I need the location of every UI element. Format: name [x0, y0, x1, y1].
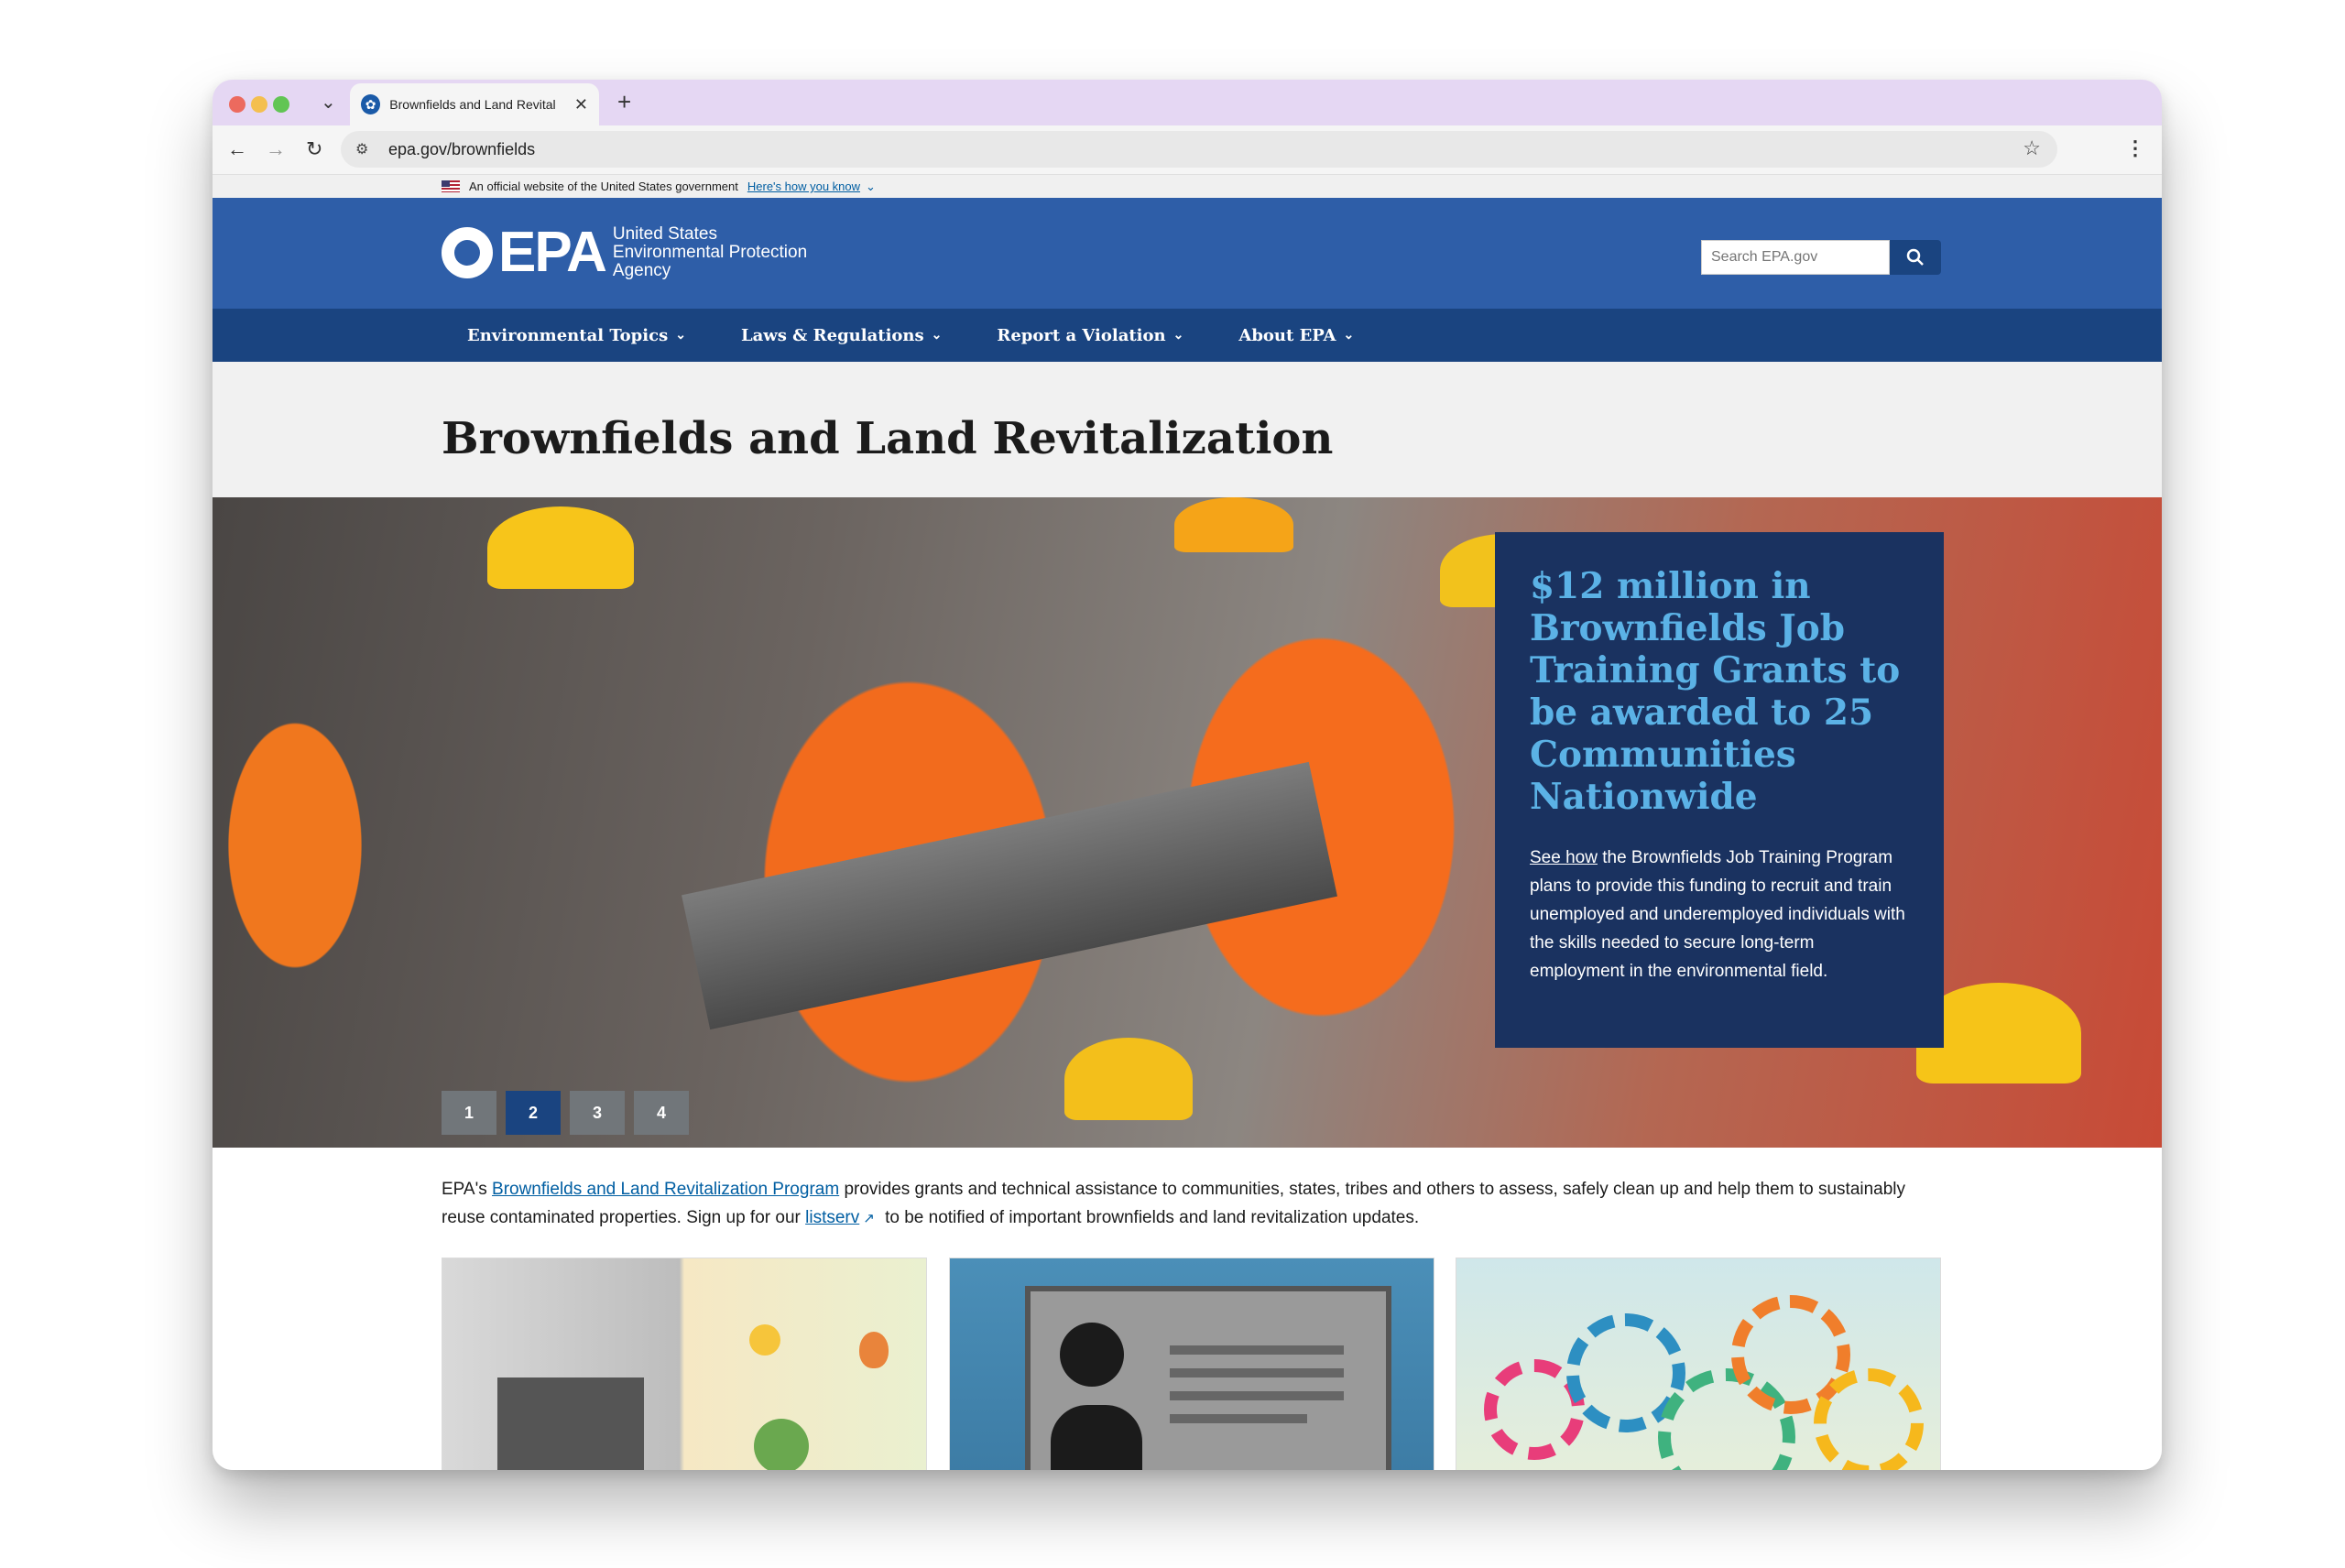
- epa-logo[interactable]: EPA United States Environmental Protecti…: [442, 221, 807, 284]
- logo-text: EPA: [498, 221, 607, 284]
- presenter-body-illustration: [1051, 1405, 1142, 1470]
- external-link-icon: ↗: [863, 1211, 875, 1226]
- sun-illustration: [749, 1324, 780, 1356]
- hero-headline: $12 million in Brownfields Job Training …: [1530, 565, 1901, 818]
- address-bar[interactable]: ⚙ epa.gov/brownfields ☆: [341, 131, 2057, 168]
- epa-logo-icon: [442, 227, 493, 278]
- board-line: [1170, 1368, 1344, 1377]
- board-line: [1170, 1345, 1344, 1355]
- nav-about-epa[interactable]: About EPA ⌄: [1238, 326, 1354, 345]
- search-icon: [1906, 248, 1924, 266]
- star-icon[interactable]: ☆: [2023, 136, 2041, 160]
- main-navigation: Environmental Topics ⌄ Laws & Regulation…: [213, 309, 2162, 362]
- nav-laws-regulations[interactable]: Laws & Regulations ⌄: [741, 326, 942, 345]
- feature-card-revitalization[interactable]: [442, 1258, 927, 1470]
- browser-toolbar: ← → ↻ ⚙ epa.gov/brownfields ☆ ⋮: [213, 125, 2162, 175]
- chevron-down-icon: ⌄: [931, 328, 943, 343]
- gov-banner: An official website of the United States…: [213, 175, 2162, 198]
- presenter-head-illustration: [1060, 1323, 1124, 1387]
- browser-tab[interactable]: ✿ Brownfields and Land Revital ✕: [350, 83, 599, 125]
- chevron-down-icon: ⌄: [675, 328, 686, 343]
- nav-label: Environmental Topics: [467, 325, 669, 345]
- back-arrow-icon[interactable]: ←: [227, 137, 247, 161]
- search-input[interactable]: [1701, 240, 1890, 275]
- tab-title: Brownfields and Land Revital: [389, 97, 556, 112]
- page-viewport: An official website of the United States…: [213, 175, 2162, 1470]
- intro-paragraph: EPA's Brownfields and Land Revitalizatio…: [213, 1148, 1953, 1258]
- hero-body: See how the Brownfields Job Training Pro…: [1530, 844, 1909, 985]
- search-button[interactable]: [1890, 240, 1941, 275]
- tab-bar: ⌄ ✿ Brownfields and Land Revital ✕ +: [213, 80, 2162, 125]
- browser-window: ⌄ ✿ Brownfields and Land Revital ✕ + ← →…: [213, 80, 2162, 1470]
- carousel-page-1[interactable]: 1: [442, 1091, 496, 1135]
- close-window-button[interactable]: [229, 96, 245, 113]
- carousel-pager: 1 2 3 4: [442, 1091, 698, 1135]
- gov-banner-text: An official website of the United States…: [469, 180, 738, 193]
- tab-search-chevron-icon[interactable]: ⌄: [321, 91, 336, 114]
- page-title: Brownfields and Land Revitalization: [442, 413, 1334, 464]
- close-tab-icon[interactable]: ✕: [574, 95, 588, 114]
- intro-prefix: EPA's: [442, 1180, 493, 1199]
- chevron-down-icon: ⌄: [1172, 328, 1184, 343]
- agency-line-3: Agency: [612, 261, 671, 280]
- how-you-know-link[interactable]: Here's how you know: [747, 180, 860, 193]
- program-link[interactable]: Brownfields and Land Revitalization Prog…: [492, 1180, 839, 1199]
- forward-arrow-icon[interactable]: →: [266, 137, 286, 161]
- url-text[interactable]: epa.gov/brownfields: [388, 140, 535, 159]
- balloon-illustration: [859, 1332, 889, 1368]
- hard-hat-image: [487, 506, 634, 589]
- carousel-page-3[interactable]: 3: [570, 1091, 625, 1135]
- feature-card-collaboration[interactable]: [1456, 1258, 1941, 1470]
- minimize-window-button[interactable]: [251, 96, 267, 113]
- hard-hat-image: [1064, 1038, 1193, 1120]
- flag-icon: [442, 180, 460, 192]
- agency-name: United States Environmental Protection A…: [613, 225, 807, 280]
- title-area: Brownfields and Land Revitalization: [213, 362, 2162, 497]
- feature-card-training[interactable]: [949, 1258, 1434, 1470]
- carousel-page-4[interactable]: 4: [634, 1091, 689, 1135]
- agency-line-1: United States: [612, 224, 717, 244]
- hard-hat-image: [1174, 497, 1293, 552]
- listserv-link[interactable]: listserv: [805, 1208, 859, 1227]
- feature-cards: [213, 1258, 2162, 1470]
- chevron-down-icon[interactable]: ⌄: [866, 180, 876, 194]
- reload-icon[interactable]: ↻: [306, 137, 322, 161]
- site-header: EPA United States Environmental Protecti…: [213, 198, 2162, 309]
- board-line: [1170, 1414, 1307, 1423]
- nav-label: Laws & Regulations: [740, 325, 924, 345]
- carousel-page-2[interactable]: 2: [506, 1091, 561, 1135]
- zoom-window-button[interactable]: [273, 96, 289, 113]
- intro-suffix: to be notified of important brownfields …: [879, 1208, 1420, 1227]
- hero-photo-slab: [682, 761, 1337, 1030]
- building-illustration: [497, 1377, 644, 1470]
- hero-body-text: the Brownfields Job Training Program pla…: [1530, 848, 1905, 981]
- chevron-down-icon: ⌄: [1343, 328, 1355, 343]
- nav-report-violation[interactable]: Report a Violation ⌄: [997, 326, 1183, 345]
- agency-line-2: Environmental Protection: [612, 243, 808, 262]
- epa-favicon-icon: ✿: [361, 94, 381, 114]
- nav-environmental-topics[interactable]: Environmental Topics ⌄: [467, 326, 686, 345]
- tree-illustration: [754, 1419, 809, 1470]
- site-info-icon[interactable]: ⚙: [355, 140, 379, 158]
- hero-card: $12 million in Brownfields Job Training …: [1495, 532, 1944, 1048]
- nav-label: About EPA: [1238, 325, 1336, 345]
- browser-menu-icon[interactable]: ⋮: [2125, 136, 2145, 160]
- gear-icon: [1814, 1368, 1924, 1470]
- nav-label: Report a Violation: [997, 325, 1166, 345]
- hero-carousel: $12 million in Brownfields Job Training …: [213, 497, 2162, 1148]
- new-tab-button[interactable]: +: [617, 88, 631, 116]
- board-line: [1170, 1391, 1344, 1400]
- see-how-link[interactable]: See how: [1530, 848, 1598, 867]
